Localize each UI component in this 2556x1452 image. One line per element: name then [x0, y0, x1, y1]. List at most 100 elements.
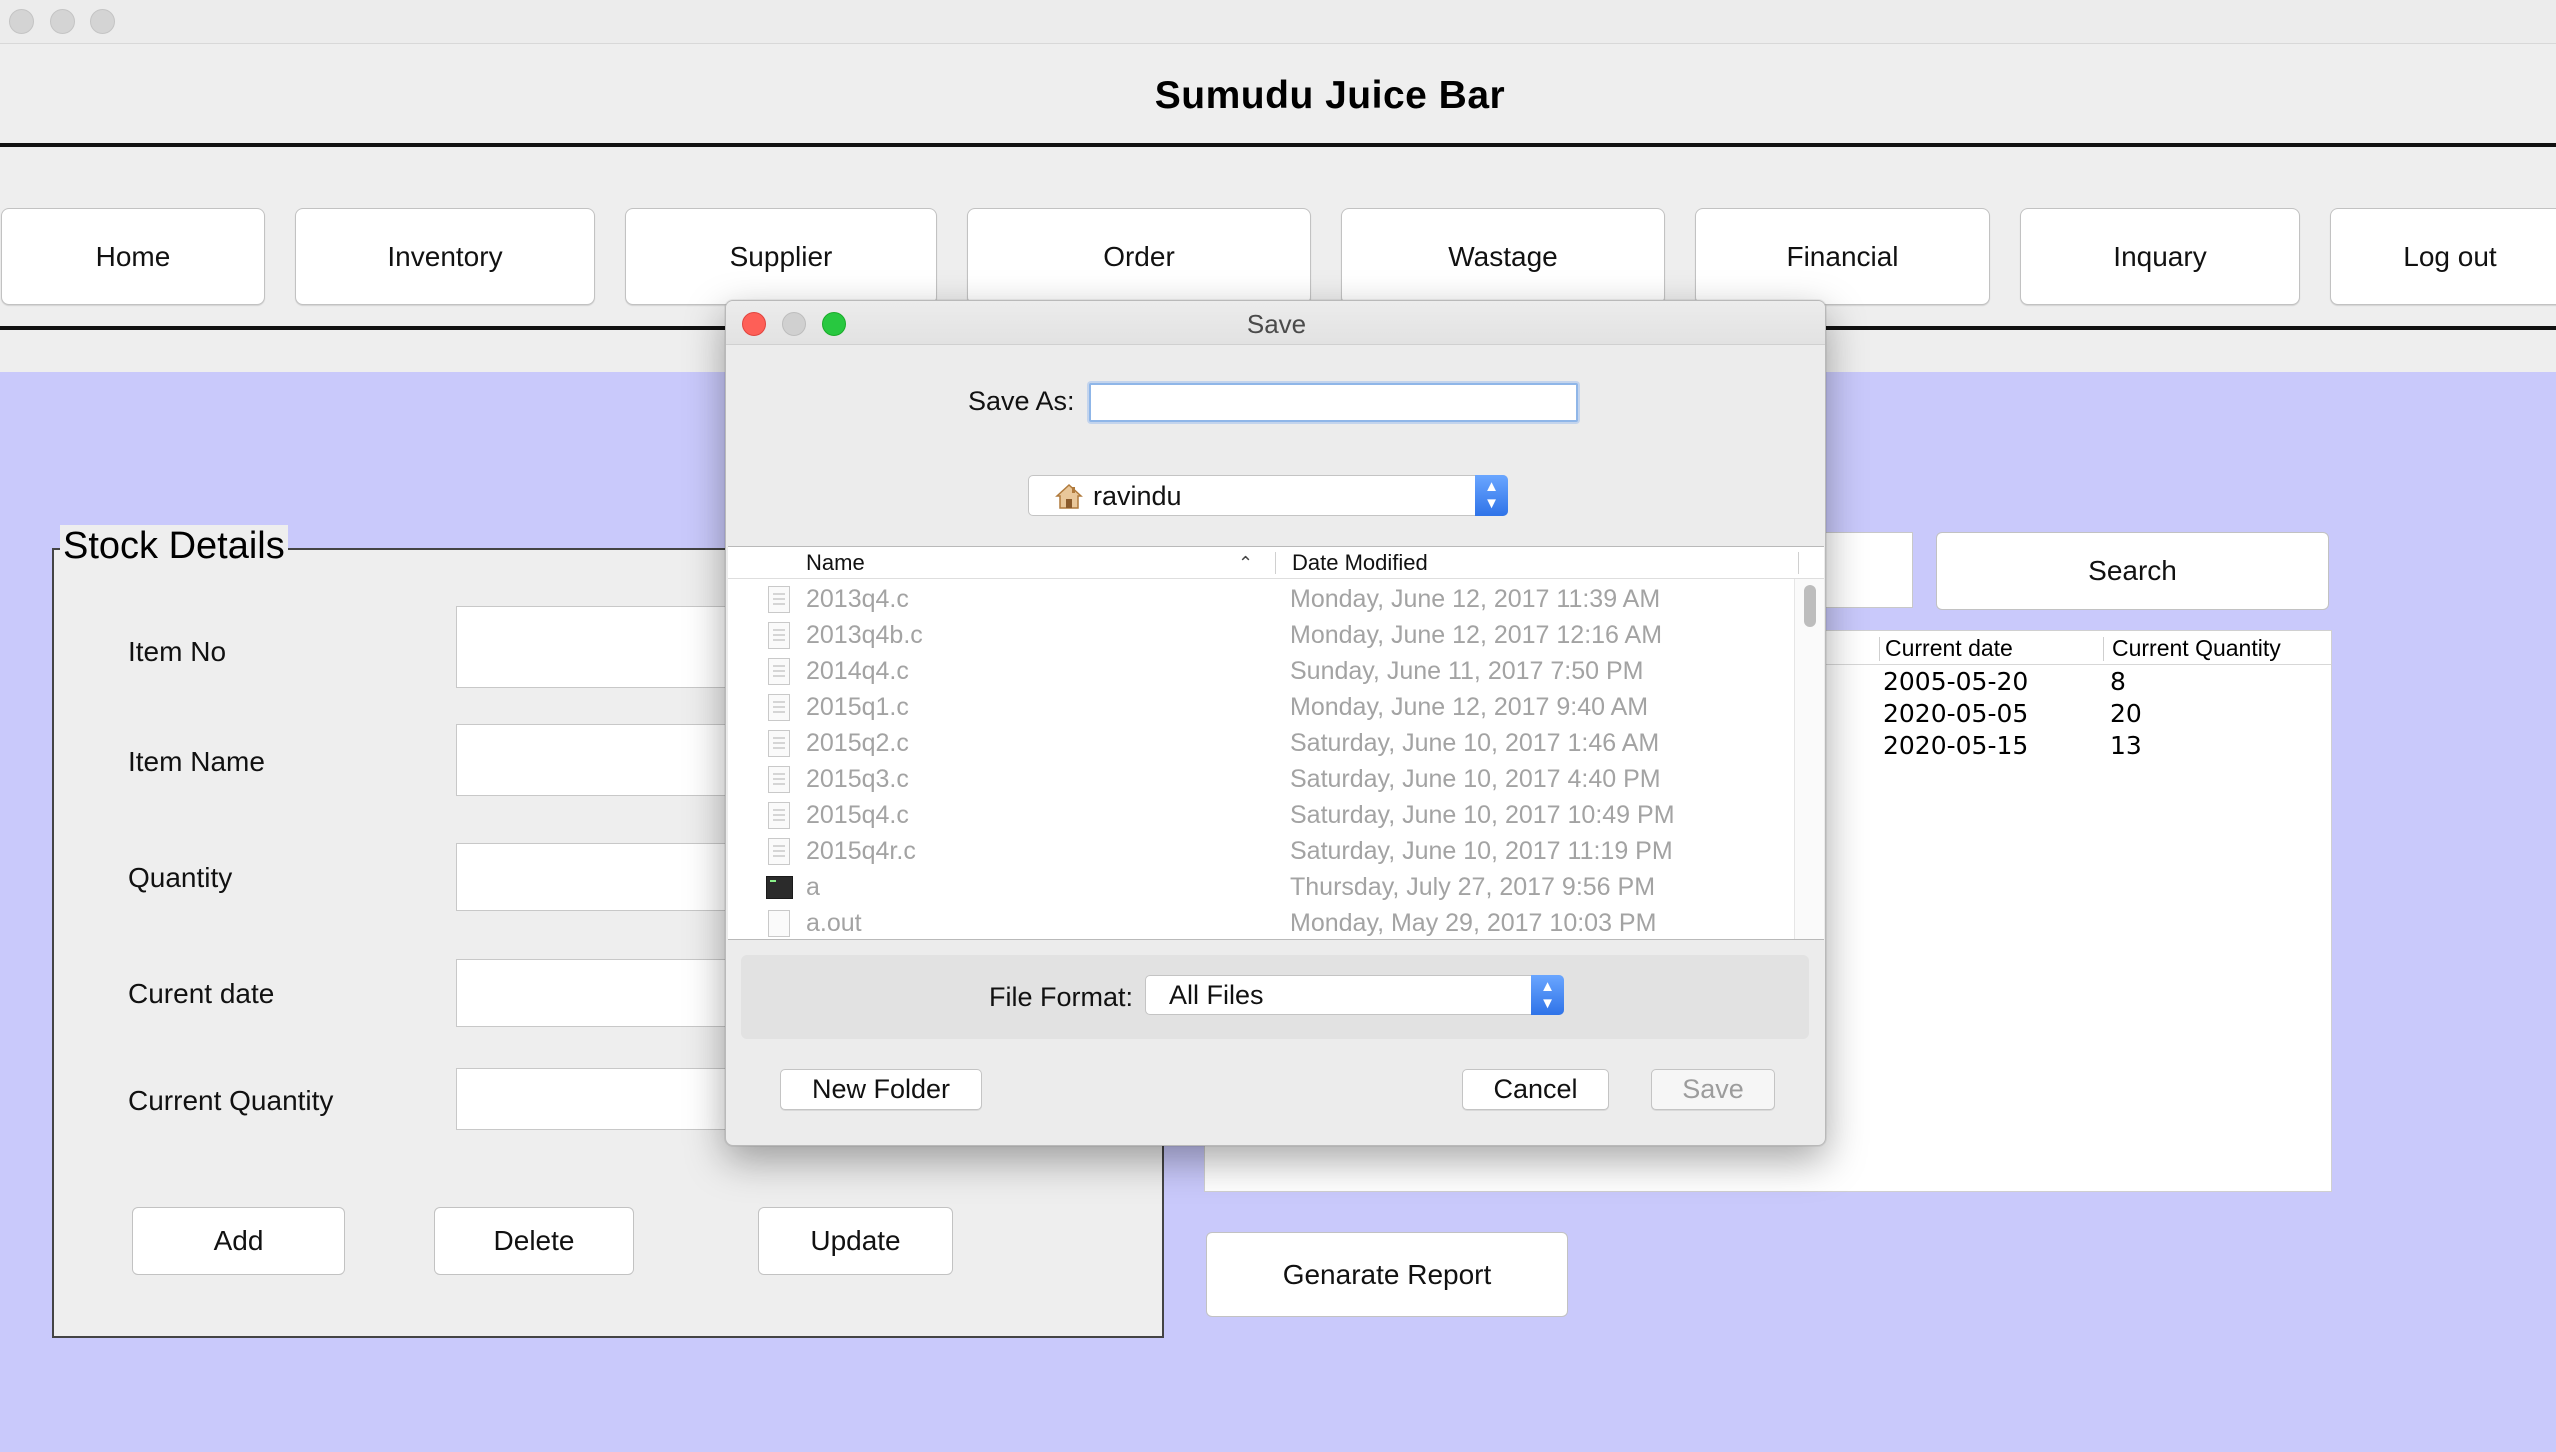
quantity-label: Quantity: [128, 862, 233, 893]
cancel-button[interactable]: Cancel: [1462, 1069, 1609, 1110]
file-browser[interactable]: Name ⌃ Date Modified 2013q4.c Monday, Ju…: [728, 546, 1824, 940]
file-name: 2013q4b.c: [806, 621, 923, 649]
chevron-updown-icon: ▲ ▼: [1531, 975, 1564, 1015]
file-row[interactable]: a Thursday, July 27, 2017 9:56 PM: [728, 869, 1788, 905]
add-button[interactable]: Add: [132, 1207, 345, 1275]
app-header: Sumudu Juice Bar: [0, 44, 2556, 144]
file-format-select[interactable]: All Files ▲ ▼: [1145, 975, 1564, 1015]
save-as-label: Save As:: [968, 386, 1075, 416]
file-date: Monday, June 12, 2017 9:40 AM: [1290, 693, 1649, 721]
dialog-titlebar: Save: [726, 301, 1825, 345]
table-cell: 8: [2110, 667, 2126, 696]
save-button[interactable]: Save: [1651, 1069, 1775, 1110]
file-row[interactable]: 2015q3.c Saturday, June 10, 2017 4:40 PM: [728, 761, 1788, 797]
location-text: ravindu: [1093, 481, 1182, 511]
item-no-label: Item No: [128, 636, 227, 667]
date-column-header[interactable]: Date Modified: [1292, 550, 1428, 576]
file-format-label: File Format:: [989, 982, 1134, 1012]
new-folder-button[interactable]: New Folder: [780, 1069, 982, 1110]
file-name: 2015q3.c: [806, 765, 909, 793]
nav-home-button[interactable]: Home: [1, 208, 265, 305]
generate-report-button[interactable]: Genarate Report: [1206, 1232, 1568, 1317]
file-date: Thursday, July 27, 2017 9:56 PM: [1290, 873, 1656, 901]
location-select[interactable]: ravindu ▲ ▼: [1028, 475, 1508, 516]
file-name: 2013q4.c: [806, 585, 909, 613]
file-row[interactable]: 2014q4.c Sunday, June 11, 2017 7:50 PM: [728, 653, 1788, 689]
document-icon: [768, 622, 790, 649]
file-date: Saturday, June 10, 2017 10:49 PM: [1290, 801, 1675, 829]
file-format-bar: File Format: All Files ▲ ▼: [741, 955, 1809, 1039]
file-row[interactable]: 2013q4b.c Monday, June 12, 2017 12:16 AM: [728, 617, 1788, 653]
file-name: 2015q2.c: [806, 729, 909, 757]
nav-financial-button[interactable]: Financial: [1695, 208, 1990, 305]
file-format-value: All Files: [1169, 980, 1264, 1010]
nav-supplier-button[interactable]: Supplier: [625, 208, 937, 305]
current-date-label: Curent date: [128, 978, 275, 1009]
column-separator: [2103, 637, 2104, 661]
delete-button[interactable]: Delete: [434, 1207, 634, 1275]
chevron-updown-icon: ▲ ▼: [1475, 475, 1508, 516]
nav-order-button[interactable]: Order: [967, 208, 1311, 305]
file-date: Monday, June 12, 2017 12:16 AM: [1290, 621, 1663, 649]
terminal-icon: [766, 876, 793, 899]
name-column-header[interactable]: Name: [806, 550, 865, 576]
document-icon: [768, 658, 790, 685]
file-row[interactable]: 2015q1.c Monday, June 12, 2017 9:40 AM: [728, 689, 1788, 725]
file-row[interactable]: 2015q2.c Saturday, June 10, 2017 1:46 AM: [728, 725, 1788, 761]
document-icon: [768, 730, 790, 757]
file-date: Saturday, June 10, 2017 11:19 PM: [1290, 837, 1673, 865]
column-separator: [1798, 552, 1799, 574]
table-cell: 2020-05-05: [1883, 699, 2029, 728]
blank-file-icon: [768, 910, 790, 937]
nav-logout-button[interactable]: Log out: [2330, 208, 2556, 305]
file-row[interactable]: 2015q4.c Saturday, June 10, 2017 10:49 P…: [728, 797, 1788, 833]
document-icon: [768, 766, 790, 793]
nav-inquary-button[interactable]: Inquary: [2020, 208, 2300, 305]
table-cell: 2005-05-20: [1883, 667, 2029, 696]
file-row[interactable]: 2013q4.c Monday, June 12, 2017 11:39 AM: [728, 581, 1788, 617]
table-cell: 20: [2110, 699, 2142, 728]
file-list-header: Name ⌃ Date Modified: [728, 547, 1824, 579]
document-icon: [768, 694, 790, 721]
scrollbar-thumb[interactable]: [1804, 585, 1816, 627]
file-name: a: [806, 873, 820, 901]
file-name: 2015q4.c: [806, 801, 909, 829]
column-header-current-quantity[interactable]: Current Quantity: [2112, 635, 2281, 662]
current-quantity-label: Current Quantity: [128, 1085, 334, 1116]
file-date: Monday, June 12, 2017 11:39 AM: [1290, 585, 1661, 613]
file-name: 2014q4.c: [806, 657, 909, 685]
nav-wastage-button[interactable]: Wastage: [1341, 208, 1665, 305]
header-divider: [0, 143, 2556, 147]
file-list-scrollbar[interactable]: [1794, 579, 1824, 939]
save-as-input[interactable]: [1089, 383, 1578, 422]
document-icon: [768, 838, 790, 865]
file-date: Saturday, June 10, 2017 1:46 AM: [1290, 729, 1660, 757]
file-name: 2015q1.c: [806, 693, 909, 721]
file-date: Saturday, June 10, 2017 4:40 PM: [1290, 765, 1661, 793]
stock-details-title: Stock Details: [60, 525, 288, 568]
item-name-label: Item Name: [128, 746, 265, 777]
window-minimize-button[interactable]: [50, 9, 75, 34]
window-titlebar: [0, 0, 2556, 44]
column-separator: [1275, 552, 1276, 574]
column-header-current-date[interactable]: Current date: [1885, 635, 2013, 662]
file-name: a.out: [806, 909, 862, 937]
file-date: Sunday, June 11, 2017 7:50 PM: [1290, 657, 1644, 685]
dialog-title: Save: [1246, 309, 1307, 339]
update-button[interactable]: Update: [758, 1207, 953, 1275]
nav-inventory-button[interactable]: Inventory: [295, 208, 595, 305]
app-title: Sumudu Juice Bar: [1154, 74, 1506, 117]
file-row[interactable]: a.out Monday, May 29, 2017 10:03 PM: [728, 905, 1788, 939]
table-cell: 2020-05-15: [1883, 731, 2029, 760]
file-row[interactable]: 2015q4r.c Saturday, June 10, 2017 11:19 …: [728, 833, 1788, 869]
file-date: Monday, May 29, 2017 10:03 PM: [1290, 909, 1657, 937]
document-icon: [768, 586, 790, 613]
window-zoom-button[interactable]: [90, 9, 115, 34]
save-dialog: Save Save As: ravindu ▲ ▼ Name ⌃ Date Mod…: [725, 300, 1826, 1146]
window-close-button[interactable]: [9, 9, 34, 34]
document-icon: [768, 802, 790, 829]
search-button[interactable]: Search: [1936, 532, 2329, 610]
file-name: 2015q4r.c: [806, 837, 916, 865]
table-cell: 13: [2110, 731, 2142, 760]
home-folder-icon: [1055, 483, 1083, 509]
